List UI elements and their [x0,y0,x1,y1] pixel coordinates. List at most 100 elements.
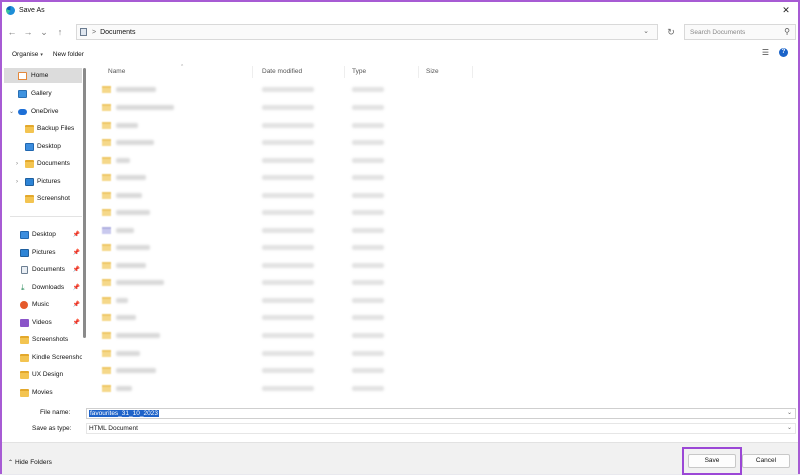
nav-item-desktop[interactable]: Desktop 📌 [4,227,82,242]
recent-locations-chevron-icon[interactable]: ⌄ [36,24,52,40]
nav-item-onedrive-pictures[interactable]: › Pictures [4,174,82,189]
nav-item-movies[interactable]: Movies [4,385,82,400]
nav-item-label: Pictures [37,178,61,185]
column-divider[interactable] [472,66,473,78]
search-input[interactable]: Search Documents ⚲ [684,24,796,40]
nav-item-label: Videos [32,319,52,326]
nav-item-downloads[interactable]: ⤓ Downloads 📌 [4,280,82,295]
folder-icon [102,174,111,181]
nav-scrollbar-thumb[interactable] [83,68,86,338]
file-row-blurred[interactable] [100,207,400,219]
desktop-icon [20,230,29,239]
file-row-blurred[interactable] [100,155,400,167]
nav-item-documents[interactable]: Documents 📌 [4,262,82,277]
nav-item-ux-design[interactable]: UX Design [4,367,82,382]
nav-item-pictures[interactable]: Pictures 📌 [4,245,82,260]
gallery-icon [18,89,27,98]
file-row-blurred[interactable] [100,312,400,324]
save-button[interactable]: Save [688,454,736,468]
pin-icon[interactable]: 📌 [73,301,80,308]
file-row-blurred[interactable] [100,120,400,132]
address-dropdown-icon[interactable]: ⌄ [643,27,649,35]
up-arrow-icon[interactable]: ↑ [52,24,68,40]
expand-chevron-icon[interactable]: › [16,179,18,185]
file-row-blurred[interactable] [100,365,400,377]
nav-item-label: Documents [37,160,70,167]
file-row-blurred[interactable] [100,295,400,307]
column-divider[interactable] [344,66,345,78]
file-row-blurred[interactable] [100,190,400,202]
nav-item-label: Gallery [31,90,52,97]
refresh-icon[interactable]: ↻ [664,24,678,40]
column-header-size[interactable]: Size [426,68,439,75]
file-row-blurred[interactable] [100,348,400,360]
nav-item-screenshot[interactable]: Screenshot [4,191,82,206]
nav-item-gallery[interactable]: Gallery [4,86,82,101]
address-row: ← → ⌄ ↑ > Documents ⌄ ↻ Search Documents… [2,22,798,42]
nav-item-label: OneDrive [31,108,59,115]
forward-arrow-icon[interactable]: → [20,24,36,40]
save-as-type-select[interactable]: HTML Document ⌄ [86,423,796,434]
file-row-blurred[interactable] [100,260,400,272]
address-bar[interactable]: > Documents ⌄ [76,24,658,40]
folder-icon [102,350,111,357]
nav-item-onedrive[interactable]: ⌄ OneDrive [4,104,82,119]
back-arrow-icon[interactable]: ← [4,24,20,40]
nav-item-videos[interactable]: Videos 📌 [4,315,82,330]
file-row-blurred[interactable] [100,84,400,96]
documents-icon [21,265,28,274]
nav-item-screenshots[interactable]: Screenshots [4,332,82,347]
file-list[interactable]: ⌃ Name Date modified Type Size [92,64,796,404]
file-row-blurred[interactable] [100,330,400,342]
save-as-dialog: Save As ✕ ← → ⌄ ↑ > Documents ⌄ ↻ Search… [0,0,800,475]
column-header-type[interactable]: Type [352,68,366,75]
nav-item-home[interactable]: Home [4,68,82,83]
folder-icon [102,139,111,146]
file-name-field[interactable]: favourites_31_10_2023 ⌄ [86,408,796,419]
nav-item-onedrive-documents[interactable]: › Documents [4,156,82,171]
nav-item-kindle-screenshot[interactable]: Kindle Screenshot [4,350,82,365]
file-row-blurred[interactable] [100,383,400,395]
pin-icon[interactable]: 📌 [73,319,80,326]
folder-icon [102,209,111,216]
nav-item-label: Screenshots [32,336,69,343]
column-header-date-modified[interactable]: Date modified [262,68,302,75]
file-row-blurred[interactable] [100,137,400,149]
file-name-value[interactable]: favourites_31_10_2023 [89,410,159,417]
file-row-blurred[interactable] [100,242,400,254]
file-row-blurred[interactable] [100,172,400,184]
organise-button[interactable]: Organise ▾ [12,51,43,58]
column-divider[interactable] [252,66,253,78]
cancel-button[interactable]: Cancel [742,454,790,468]
view-options-icon[interactable]: ☰ [762,48,769,57]
hide-folders-button[interactable]: ⌃ Hide Folders [8,459,52,466]
folder-icon [20,353,29,362]
folder-icon [102,86,111,93]
file-name-dropdown-icon[interactable]: ⌄ [787,409,792,418]
nav-item-music[interactable]: Music 📌 [4,297,82,312]
new-folder-button[interactable]: New folder [53,51,84,58]
file-icon [102,227,111,234]
close-icon[interactable]: ✕ [780,4,792,16]
save-fields: File name: favourites_31_10_2023 ⌄ Save … [2,406,798,438]
pin-icon[interactable]: 📌 [73,231,80,238]
pin-icon[interactable]: 📌 [73,249,80,256]
file-row-blurred[interactable] [100,225,400,237]
expand-chevron-icon[interactable]: ⌄ [9,108,14,115]
breadcrumb-documents[interactable]: Documents [100,29,135,36]
file-row-blurred[interactable] [100,277,400,289]
column-divider[interactable] [418,66,419,78]
nav-item-onedrive-desktop[interactable]: Desktop [4,139,82,154]
pin-icon[interactable]: 📌 [73,266,80,273]
nav-scrollbar[interactable] [82,64,87,404]
chevron-up-icon: ⌃ [8,460,14,466]
save-as-type-dropdown-icon[interactable]: ⌄ [787,424,792,433]
desktop-icon [25,142,34,151]
file-row-blurred[interactable] [100,102,400,114]
help-icon[interactable]: ? [779,48,788,57]
expand-chevron-icon[interactable]: › [16,161,18,167]
column-header-name[interactable]: Name [108,68,125,75]
pin-icon[interactable]: 📌 [73,284,80,291]
nav-item-backup-files[interactable]: Backup Files [4,121,82,136]
view-controls: ☰ ? [762,48,788,57]
